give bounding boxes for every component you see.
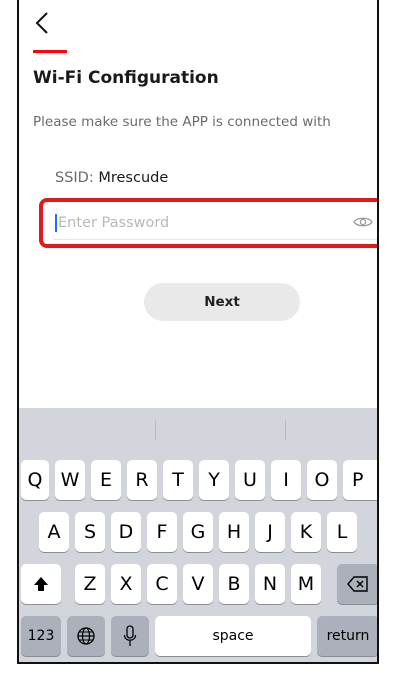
numbers-key[interactable]: 123: [21, 616, 61, 656]
keyboard-row-3: Z X C V B N M: [19, 564, 377, 608]
key-b[interactable]: B: [219, 564, 249, 604]
space-key[interactable]: space: [155, 616, 311, 656]
predictive-separator: [285, 420, 286, 440]
ssid-row: SSID: Mrescude: [55, 170, 168, 186]
key-g[interactable]: G: [183, 512, 213, 552]
key-y[interactable]: Y: [199, 460, 229, 500]
key-n[interactable]: N: [255, 564, 285, 604]
shift-arrow-icon: [34, 577, 48, 591]
backspace-key[interactable]: [337, 564, 377, 604]
shift-key[interactable]: [21, 564, 61, 604]
backspace-icon: [347, 576, 368, 592]
key-j[interactable]: J: [255, 512, 285, 552]
keyboard-row-4: 123 space return: [19, 616, 377, 660]
chevron-left-icon: [35, 12, 48, 34]
key-z[interactable]: Z: [75, 564, 105, 604]
key-i[interactable]: I: [271, 460, 301, 500]
predictive-separator: [155, 420, 156, 440]
password-field[interactable]: [53, 207, 377, 240]
next-button[interactable]: Next: [144, 283, 300, 321]
eye-icon[interactable]: [353, 215, 373, 229]
key-f[interactable]: F: [147, 512, 177, 552]
key-p[interactable]: P: [343, 460, 377, 500]
phone-screen: Wi-Fi Configuration Please make sure the…: [17, 0, 379, 664]
key-r[interactable]: R: [127, 460, 157, 500]
globe-icon: [77, 627, 95, 645]
key-d[interactable]: D: [111, 512, 141, 552]
key-e[interactable]: E: [91, 460, 121, 500]
key-q[interactable]: Q: [21, 460, 49, 500]
ios-keyboard: Q W E R T Y U I O P A S D F G H J K L Z …: [19, 408, 377, 662]
return-key[interactable]: return: [317, 616, 377, 656]
key-o[interactable]: O: [307, 460, 337, 500]
dictation-key[interactable]: [111, 616, 149, 656]
key-a[interactable]: A: [39, 512, 69, 552]
back-button[interactable]: [33, 10, 65, 44]
instruction-text: Please make sure the APP is connected wi…: [33, 114, 331, 130]
keyboard-row-2: A S D F G H J K L: [19, 512, 377, 556]
key-t[interactable]: T: [163, 460, 193, 500]
key-h[interactable]: H: [219, 512, 249, 552]
key-w[interactable]: W: [55, 460, 85, 500]
keyboard-row-1: Q W E R T Y U I O P: [19, 460, 377, 504]
ssid-label: SSID:: [55, 170, 99, 186]
key-v[interactable]: V: [183, 564, 213, 604]
globe-key[interactable]: [67, 616, 105, 656]
ssid-value: Mrescude: [98, 170, 169, 186]
password-input[interactable]: [57, 215, 328, 231]
key-x[interactable]: X: [111, 564, 141, 604]
key-c[interactable]: C: [147, 564, 177, 604]
key-u[interactable]: U: [235, 460, 265, 500]
key-s[interactable]: S: [75, 512, 105, 552]
predictive-bar: [19, 408, 377, 452]
key-m[interactable]: M: [291, 564, 321, 604]
title-accent-bar: [33, 50, 67, 53]
key-k[interactable]: K: [291, 512, 321, 552]
microphone-icon: [123, 625, 137, 646]
key-l[interactable]: L: [327, 512, 357, 552]
page-title: Wi-Fi Configuration: [33, 68, 219, 88]
